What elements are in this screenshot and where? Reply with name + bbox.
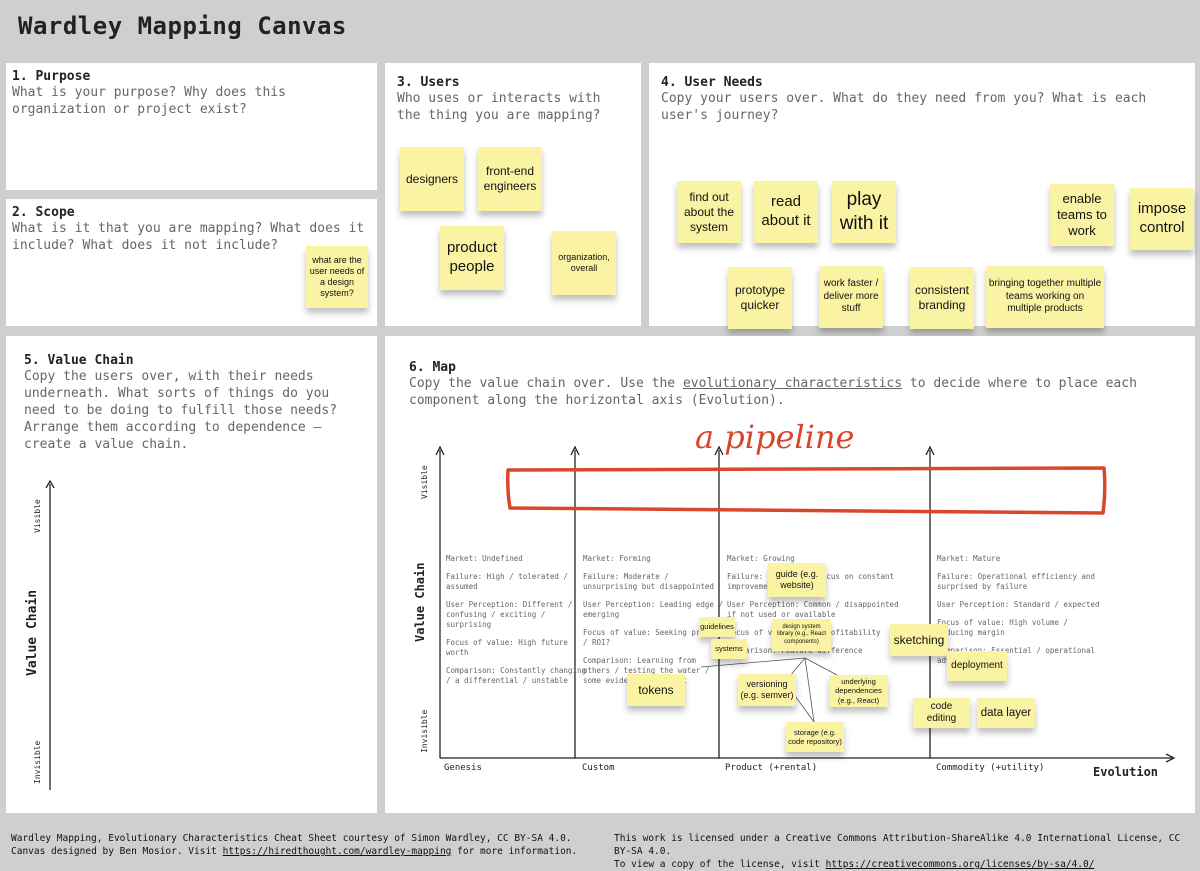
component-note[interactable]: versioning (e.g. semver): [738, 674, 796, 706]
value-chain-axis: [45, 479, 55, 790]
purpose-panel: 1. Purpose What is your purpose? Why doe…: [6, 63, 377, 190]
component-note[interactable]: sketching: [890, 624, 948, 656]
component-note[interactable]: data layer: [977, 698, 1035, 728]
map-title: 6. Map: [409, 360, 456, 375]
sticky-note[interactable]: read about it: [754, 181, 818, 243]
sticky-note[interactable]: consistent branding: [910, 267, 974, 329]
characteristic-text: Failure: Operational efficiency and surp…: [937, 572, 1096, 591]
pipeline-annotation: a pipeline: [695, 418, 855, 456]
component-note[interactable]: systems: [711, 639, 747, 659]
characteristic-text: Focus of value: High volume / reducing m…: [937, 618, 1068, 637]
scope-title: 2. Scope: [12, 205, 75, 220]
sticky-note[interactable]: designers: [400, 147, 464, 211]
pipeline-outline: [506, 466, 1107, 515]
user-needs-title: 4. User Needs: [661, 75, 763, 90]
users-title: 3. Users: [397, 75, 460, 90]
footer-text: Canvas designed by Ben Mosior. Visit: [11, 846, 223, 857]
component-note[interactable]: guide (e.g. website): [768, 563, 826, 597]
footer-license: This work is licensed under a Creative C…: [614, 833, 1181, 857]
value-chain-title: 5. Value Chain: [24, 353, 134, 368]
sticky-note[interactable]: impose control: [1130, 188, 1194, 250]
characteristic-text: Focus of value: High future worth: [446, 638, 568, 657]
value-chain-axis-label: Value Chain: [25, 589, 40, 676]
map-description-text: Copy the value chain over. Use the: [409, 376, 683, 391]
characteristic-text: User Perception: Different / confusing /…: [446, 600, 573, 629]
sticky-note[interactable]: enable teams to work: [1050, 184, 1114, 246]
footer-right: This work is licensed under a Creative C…: [614, 832, 1200, 871]
map-y-axis-label: Value Chain: [413, 562, 427, 642]
characteristic-text: Failure: Moderate / unsurprising but dis…: [583, 572, 714, 591]
sticky-note[interactable]: bringing together multiple teams working…: [986, 266, 1104, 328]
footer-left: Wardley Mapping, Evolutionary Characteri…: [11, 832, 577, 858]
evolution-axis-label: Evolution: [1093, 765, 1159, 779]
map-description: Copy the value chain over. Use the evolu…: [409, 375, 1171, 409]
characteristic-text: Failure: High / tolerated / assumed: [446, 572, 568, 591]
component-note[interactable]: guidelines: [699, 617, 735, 637]
evolutionary-characteristics-link[interactable]: evolutionary characteristics: [683, 376, 902, 391]
hiredthought-link[interactable]: https://hiredthought.com/wardley-mapping: [223, 846, 452, 857]
creativecommons-link[interactable]: https://creativecommons.org/licenses/by-…: [826, 859, 1095, 870]
footer-text: for more information.: [451, 846, 578, 857]
genesis-characteristics: Market: Undefined Failure: High / tolera…: [446, 554, 586, 694]
stage-label-commodity: Commodity (+utility): [936, 763, 1045, 773]
characteristic-text: Market: Mature: [937, 554, 1001, 563]
user-needs-description: Copy your users over. What do they need …: [661, 91, 1147, 123]
page-title: Wardley Mapping Canvas: [18, 12, 347, 40]
footer-text: To view a copy of the license, visit: [614, 859, 826, 870]
footer-credit: Wardley Mapping, Evolutionary Characteri…: [11, 833, 572, 844]
component-note[interactable]: deployment: [947, 651, 1007, 681]
sticky-note[interactable]: find out about the system: [677, 181, 741, 243]
sticky-note[interactable]: work faster / deliver more stuff: [819, 266, 883, 328]
component-note[interactable]: tokens: [627, 674, 685, 706]
visible-label: Visible: [33, 499, 42, 533]
invisible-label: Invisible: [420, 709, 429, 753]
value-chain-panel: 5. Value Chain Copy the users over, with…: [6, 336, 377, 813]
sticky-note[interactable]: organization, overall: [552, 231, 616, 295]
stage-label-genesis: Genesis: [444, 763, 482, 773]
stage-label-custom: Custom: [582, 763, 615, 773]
component-note[interactable]: storage (e.g. code repository): [786, 722, 844, 752]
characteristic-text: User Perception: Standard / expected: [937, 600, 1100, 609]
users-description: Who uses or interacts with the thing you…: [397, 91, 601, 123]
characteristic-text: User Perception: Common / disappointed i…: [727, 600, 899, 619]
characteristic-text: Comparison: Constantly changing / a diff…: [446, 666, 586, 685]
invisible-label: Invisible: [33, 740, 42, 784]
sticky-note[interactable]: prototype quicker: [728, 267, 792, 329]
sticky-note[interactable]: front-end engineers: [478, 147, 542, 211]
visible-label: Visible: [420, 465, 429, 499]
characteristic-text: Market: Undefined: [446, 554, 523, 563]
component-note[interactable]: underlying dependencies (e.g., React): [829, 675, 888, 707]
purpose-description: What is your purpose? Why does this orga…: [12, 85, 286, 117]
sticky-note[interactable]: product people: [440, 226, 504, 290]
component-note[interactable]: code editing: [913, 698, 970, 728]
sticky-note[interactable]: what are the user needs of a design syst…: [306, 246, 368, 308]
stage-label-product: Product (+rental): [725, 763, 818, 773]
sticky-note[interactable]: play with it: [832, 181, 896, 243]
value-chain-description: Copy the users over, with their needs un…: [24, 369, 338, 452]
purpose-title: 1. Purpose: [12, 69, 91, 84]
component-note[interactable]: design system library (e.g., React compo…: [772, 619, 831, 651]
characteristic-text: Market: Forming: [583, 554, 651, 563]
